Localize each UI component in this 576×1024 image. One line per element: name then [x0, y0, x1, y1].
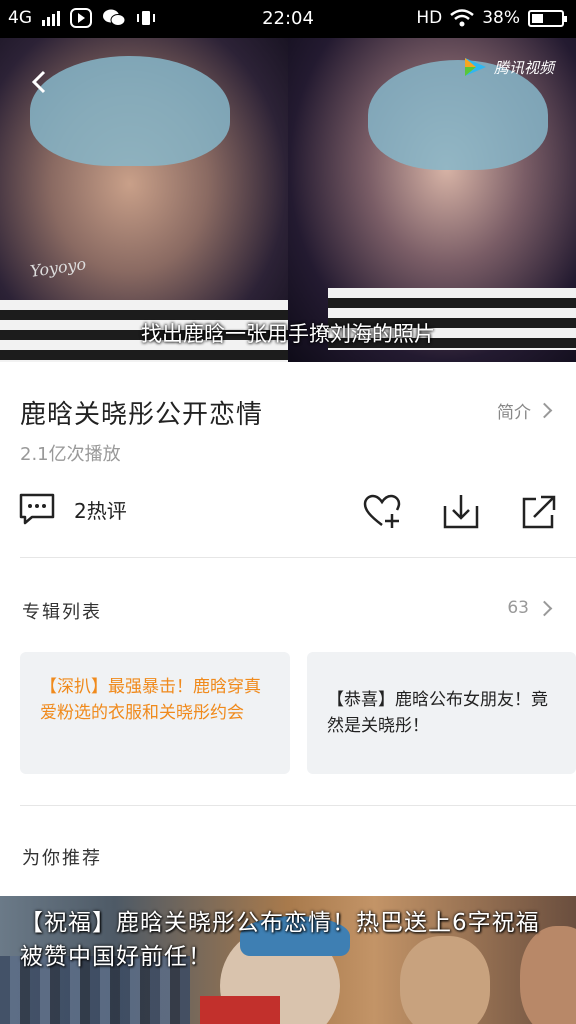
favorite-button[interactable]	[362, 492, 402, 532]
video-player[interactable]: 腾讯视频 Yoyoyo 找出鹿晗一张用手撩刘海的照片	[0, 38, 576, 362]
logo-play-icon	[464, 58, 486, 76]
logo-text: 腾讯视频	[493, 58, 554, 77]
video-frame-right	[288, 38, 576, 362]
album-card-title: 【恭喜】鹿晗公布女朋友！竟然是关晓彤！	[327, 690, 548, 736]
back-arrow-icon	[31, 70, 46, 94]
comments-button[interactable]: 2热评	[18, 492, 127, 526]
video-title: 鹿晗关晓彤公开恋情	[20, 400, 264, 430]
battery-fill	[532, 13, 543, 23]
album-card[interactable]: 【恭喜】鹿晗公布女朋友！竟然是关晓彤！	[307, 652, 576, 774]
album-count: 63	[507, 598, 529, 618]
download-button[interactable]	[441, 492, 481, 532]
back-button[interactable]	[24, 66, 56, 98]
shirt-shape	[200, 996, 280, 1024]
share-button[interactable]	[519, 492, 559, 532]
status-bar: 4G 22:04 HD 38%	[0, 0, 576, 38]
album-section-title: 专辑列表	[22, 602, 102, 623]
divider	[20, 557, 576, 558]
play-count: 2.1亿次播放	[20, 444, 121, 465]
download-icon	[443, 495, 479, 529]
comment-icon	[19, 493, 55, 525]
share-icon	[522, 495, 556, 529]
battery-percent: 38%	[482, 8, 520, 28]
action-bar: 2热评	[0, 488, 576, 536]
video-subtitle: 找出鹿晗一张用手撩刘海的照片	[141, 322, 435, 346]
battery-icon	[528, 9, 567, 27]
wifi-icon	[450, 9, 474, 27]
hd-indicator: HD	[416, 8, 443, 28]
recommend-video-caption: 【祝福】鹿晗关晓彤公布恋情！热巴送上6字祝福被赞中国好前任！	[20, 910, 540, 970]
album-card[interactable]: 【深扒】最强暴击！鹿晗穿真爱粉选的衣服和关晓彤约会	[20, 652, 290, 774]
recommend-section-title: 为你推荐	[22, 848, 102, 869]
hair-shape	[30, 56, 230, 166]
intro-button[interactable]: 简介	[497, 398, 553, 423]
status-right: HD 38%	[416, 8, 567, 28]
intro-label: 简介	[497, 403, 531, 423]
album-card-title: 【深扒】最强暴击！鹿晗穿真爱粉选的衣服和关晓彤约会	[40, 677, 261, 723]
tencent-video-logo: 腾讯视频	[462, 56, 554, 78]
comment-count: 2热评	[74, 498, 127, 523]
chevron-right-icon	[536, 402, 553, 419]
chevron-right-icon	[536, 600, 553, 616]
divider	[20, 805, 576, 806]
heart-plus-icon	[363, 494, 401, 528]
album-more-button[interactable]: 63	[507, 598, 553, 618]
recommend-video-thumbnail[interactable]: 【祝福】鹿晗关晓彤公布恋情！热巴送上6字祝福被赞中国好前任！	[0, 896, 576, 1024]
